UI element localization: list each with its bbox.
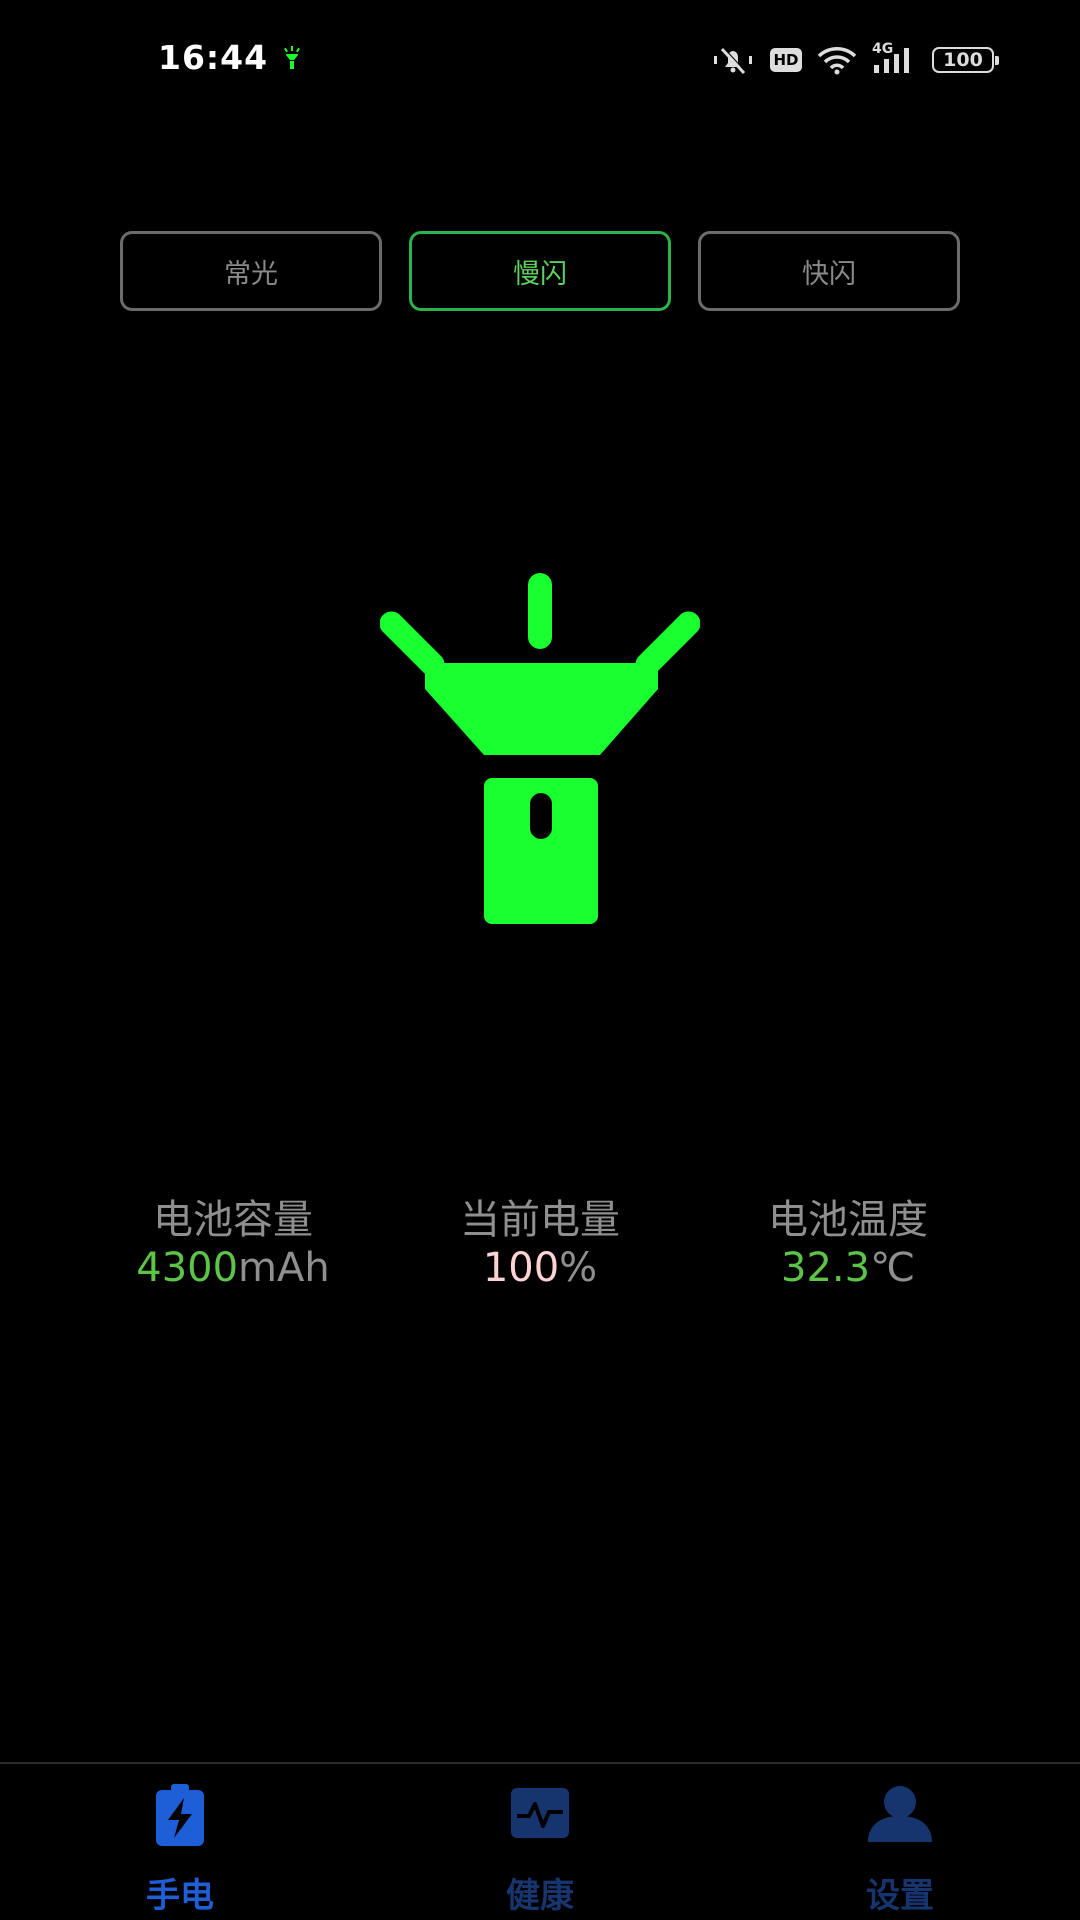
stat-unit: mAh [238,1245,330,1291]
stat-label: 当前电量 [460,1197,620,1243]
stat-label: 电池容量 [153,1197,313,1243]
stat-current-level: 当前电量 100% [380,1196,700,1292]
mute-icon [714,47,752,75]
person-icon [868,1786,932,1842]
cellular-signal: 4G [872,41,918,75]
nav-label: 手电 [146,1876,214,1916]
nav-label: 健康 [506,1876,574,1916]
nav-item-flashlight[interactable]: 手电 [80,1764,280,1920]
flashlight-icon[interactable] [380,565,700,935]
stat-label: 电池温度 [768,1197,928,1243]
stat-unit: ℃ [870,1245,915,1291]
signal-icon [874,48,909,73]
stat-value-row: 100% [380,1244,700,1292]
stat-value-row: 32.3℃ [688,1244,1008,1292]
mode-button-steady[interactable]: 常光 [120,231,382,311]
status-icons: HD 4G 100 [710,40,999,80]
battery-level-text: 100 [943,49,983,71]
hd-badge: HD [770,48,802,72]
battery-indicator: 100 [932,47,999,73]
status-time: 16:44 [158,38,269,77]
stat-value: 32.3 [781,1245,871,1291]
battery-bolt-icon [156,1784,204,1846]
bottom-nav: 手电 健康 设置 [0,1762,1080,1920]
stat-unit: % [559,1245,598,1291]
flashlight-screen: 16:44 HD 4G 100 常光 慢闪 快闪 电池容量 4300mAh 当前… [0,0,1080,1920]
stat-value: 100 [482,1245,560,1291]
wifi-icon [817,47,857,75]
status-bar: 16:44 HD 4G 100 [0,0,1080,118]
battery-stats: 电池容量 4300mAh 当前电量 100% 电池温度 32.3℃ [0,1196,1080,1306]
stat-value: 4300 [136,1245,239,1291]
nav-item-health[interactable]: 健康 [440,1764,640,1920]
mode-button-slow-flash[interactable]: 慢闪 [409,231,671,311]
stat-value-row: 4300mAh [73,1244,393,1292]
stat-capacity: 电池容量 4300mAh [73,1196,393,1292]
mode-button-fast-flash[interactable]: 快闪 [698,231,960,311]
nav-item-settings[interactable]: 设置 [800,1764,1000,1920]
stat-temperature: 电池温度 32.3℃ [688,1196,1008,1292]
torch-status-icon [284,46,300,69]
health-monitor-icon [511,1788,569,1838]
mode-selector: 常光 慢闪 快闪 [120,231,960,311]
nav-label: 设置 [866,1876,934,1916]
